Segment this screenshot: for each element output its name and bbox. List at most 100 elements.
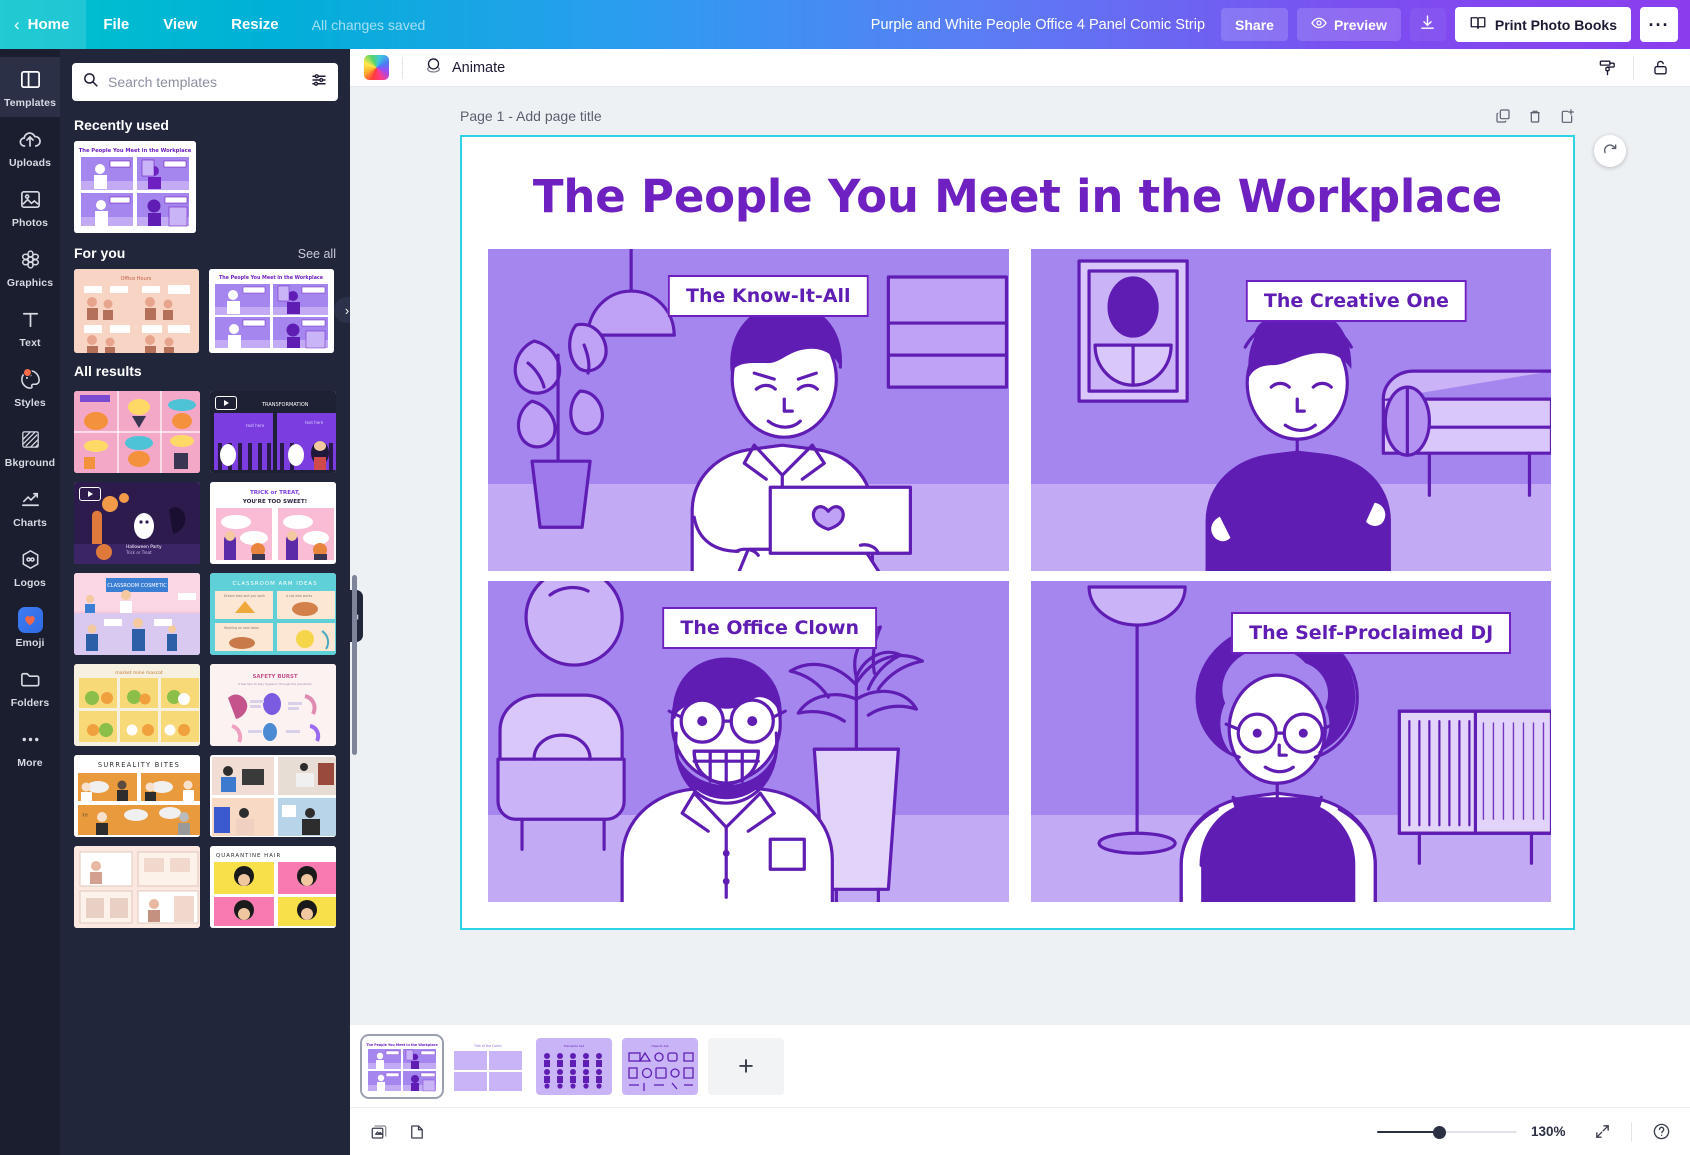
section-title: All results (74, 363, 142, 379)
add-page-icon[interactable] (1554, 103, 1580, 129)
for-you-row: Office Hours The People You Meet in the … (60, 269, 350, 357)
menu-view[interactable]: View (146, 0, 214, 49)
design-page[interactable]: The People You Meet in the Workplace (460, 135, 1575, 930)
template-thumbnail[interactable]: The People You Meet in the Workplace (74, 141, 196, 233)
rail-label: Graphics (7, 277, 53, 289)
svg-text:Working on new tasks: Working on new tasks (224, 626, 259, 630)
emoji-badge (18, 607, 43, 633)
add-page-button[interactable]: + (708, 1038, 784, 1095)
home-label: Home (28, 16, 70, 33)
comic-panel-3[interactable]: The Office Clown (488, 581, 1009, 903)
duplicate-icon[interactable] (1490, 103, 1516, 129)
document-title[interactable]: Purple and White People Office 4 Panel C… (855, 17, 1221, 33)
rainbow-color-swatch[interactable] (364, 55, 389, 80)
rail-label: Emoji (15, 637, 44, 649)
templates-icon (18, 67, 43, 92)
svg-text:A few tips to stay hygienic th: A few tips to stay hygienic through the … (238, 682, 312, 686)
grid-view-icon[interactable] (364, 1117, 394, 1147)
rail-item-templates[interactable]: Templates (0, 57, 60, 117)
svg-text:The People You Meet in the Wor: The People You Meet in the Workplace (366, 1043, 438, 1047)
graphics-icon (18, 247, 43, 272)
trash-icon[interactable] (1522, 103, 1548, 129)
rail-item-logos[interactable]: Logos (0, 537, 60, 597)
panel-scrollbar[interactable] (352, 575, 357, 755)
share-label: Share (1235, 17, 1274, 33)
template-thumbnail[interactable]: QUARANTINE HAIR (210, 846, 336, 928)
preview-button[interactable]: Preview (1297, 8, 1401, 41)
svg-text:YOU'RE TOO SWEET!: YOU'RE TOO SWEET! (242, 499, 307, 505)
template-thumbnail[interactable]: TRANSFORMATION text here text here (210, 391, 336, 473)
rail-item-bkground[interactable]: Bkground (0, 417, 60, 477)
section-title: Recently used (74, 117, 169, 133)
rail-item-emoji[interactable]: Emoji (0, 597, 60, 657)
template-thumbnail[interactable]: Halloween Party Trick or Treat (74, 482, 200, 564)
page-thumbnail-2[interactable]: Title of the Comic (450, 1038, 526, 1095)
template-thumbnail[interactable]: CLASSROOM COSMETIC (74, 573, 200, 655)
logos-icon (18, 547, 43, 572)
template-thumbnail[interactable]: TRICK or TREAT, YOU'RE TOO SWEET! (210, 482, 336, 564)
lock-icon[interactable] (1644, 53, 1676, 83)
rail-item-more[interactable]: More (0, 717, 60, 777)
panel-1-caption[interactable]: The Know-It-All (668, 275, 869, 317)
comic-panel-4[interactable]: The Self-Proclaimed DJ (1031, 581, 1552, 903)
template-thumbnail[interactable]: CLASSROOM ARM IDEAS Dream task and you w… (210, 573, 336, 655)
template-thumbnail[interactable] (74, 391, 200, 473)
expand-icon[interactable] (1587, 1117, 1617, 1147)
comic-title[interactable]: The People You Meet in the Workplace (462, 170, 1573, 223)
rail-item-graphics[interactable]: Graphics (0, 237, 60, 297)
search-input[interactable] (108, 74, 301, 90)
rail-item-charts[interactable]: Charts (0, 477, 60, 537)
notes-icon[interactable] (402, 1117, 432, 1147)
template-thumbnail[interactable]: Office Hours (74, 269, 199, 353)
comic-panel-2[interactable]: The Creative One (1031, 249, 1552, 571)
page-thumbnail-1[interactable]: The People You Meet in the Workplace (364, 1038, 440, 1095)
page-title[interactable]: Page 1 - Add page title (460, 108, 602, 124)
for-you-next-arrow[interactable]: › (334, 297, 350, 323)
template-thumbnail[interactable] (210, 755, 336, 837)
preview-eye-icon (1311, 15, 1327, 34)
page-thumbnail-4[interactable]: Objects Set (622, 1038, 698, 1095)
more-options-button[interactable]: ··· (1640, 7, 1678, 42)
svg-text:The People You Meet in the Wor: The People You Meet in the Workplace (219, 275, 324, 281)
zoom-slider-knob[interactable] (1433, 1126, 1446, 1139)
panel-4-caption[interactable]: The Self-Proclaimed DJ (1231, 612, 1511, 654)
zoom-value: 130% (1531, 1124, 1573, 1139)
template-thumbnail[interactable]: The People You Meet in the Workplace (209, 269, 334, 353)
filter-sliders-icon[interactable] (310, 71, 328, 94)
comic-panel-1[interactable]: The Know-It-All (488, 249, 1009, 571)
chart-line-icon (18, 487, 43, 512)
rail-item-folders[interactable]: Folders (0, 657, 60, 717)
bottom-bar: 130% (350, 1107, 1690, 1155)
paint-roller-icon[interactable] (1591, 53, 1623, 83)
rail-item-text[interactable]: Text (0, 297, 60, 357)
panel-3-caption[interactable]: The Office Clown (662, 607, 877, 649)
print-photo-books-button[interactable]: Print Photo Books (1455, 7, 1631, 42)
template-thumbnail[interactable]: SAFETY BURST A few tips to stay hygienic… (210, 664, 336, 746)
template-thumbnail[interactable]: market mine mascot (74, 664, 200, 746)
help-circle-icon[interactable] (1646, 1117, 1676, 1147)
rotate-handle-icon[interactable] (1594, 135, 1626, 167)
svg-text:QUARANTINE HAIR: QUARANTINE HAIR (216, 853, 281, 859)
rail-item-styles[interactable]: Styles (0, 357, 60, 417)
zoom-slider[interactable] (1377, 1125, 1517, 1139)
rail-item-photos[interactable]: Photos (0, 177, 60, 237)
background-icon (18, 427, 43, 452)
panel-2-caption[interactable]: The Creative One (1246, 280, 1467, 322)
animate-button[interactable]: Animate (416, 51, 513, 84)
see-all-link[interactable]: See all (298, 247, 336, 261)
home-button[interactable]: ‹ Home (0, 0, 86, 49)
download-button[interactable] (1410, 8, 1446, 41)
rail-item-uploads[interactable]: Uploads (0, 117, 60, 177)
svg-text:Dream task and you work: Dream task and you work (224, 594, 265, 598)
search-box[interactable] (72, 63, 338, 101)
template-thumbnail[interactable] (74, 846, 200, 928)
rail-label: Photos (12, 217, 48, 229)
upload-cloud-icon (18, 127, 43, 152)
menu-file[interactable]: File (86, 0, 146, 49)
menu-resize[interactable]: Resize (214, 0, 296, 49)
template-thumbnail[interactable]: SURREALITY BITES ?!! (74, 755, 200, 837)
video-badge-icon (215, 396, 237, 410)
section-title: For you (74, 245, 125, 261)
share-button[interactable]: Share (1221, 8, 1288, 41)
page-thumbnail-3[interactable]: Elements Set (536, 1038, 612, 1095)
